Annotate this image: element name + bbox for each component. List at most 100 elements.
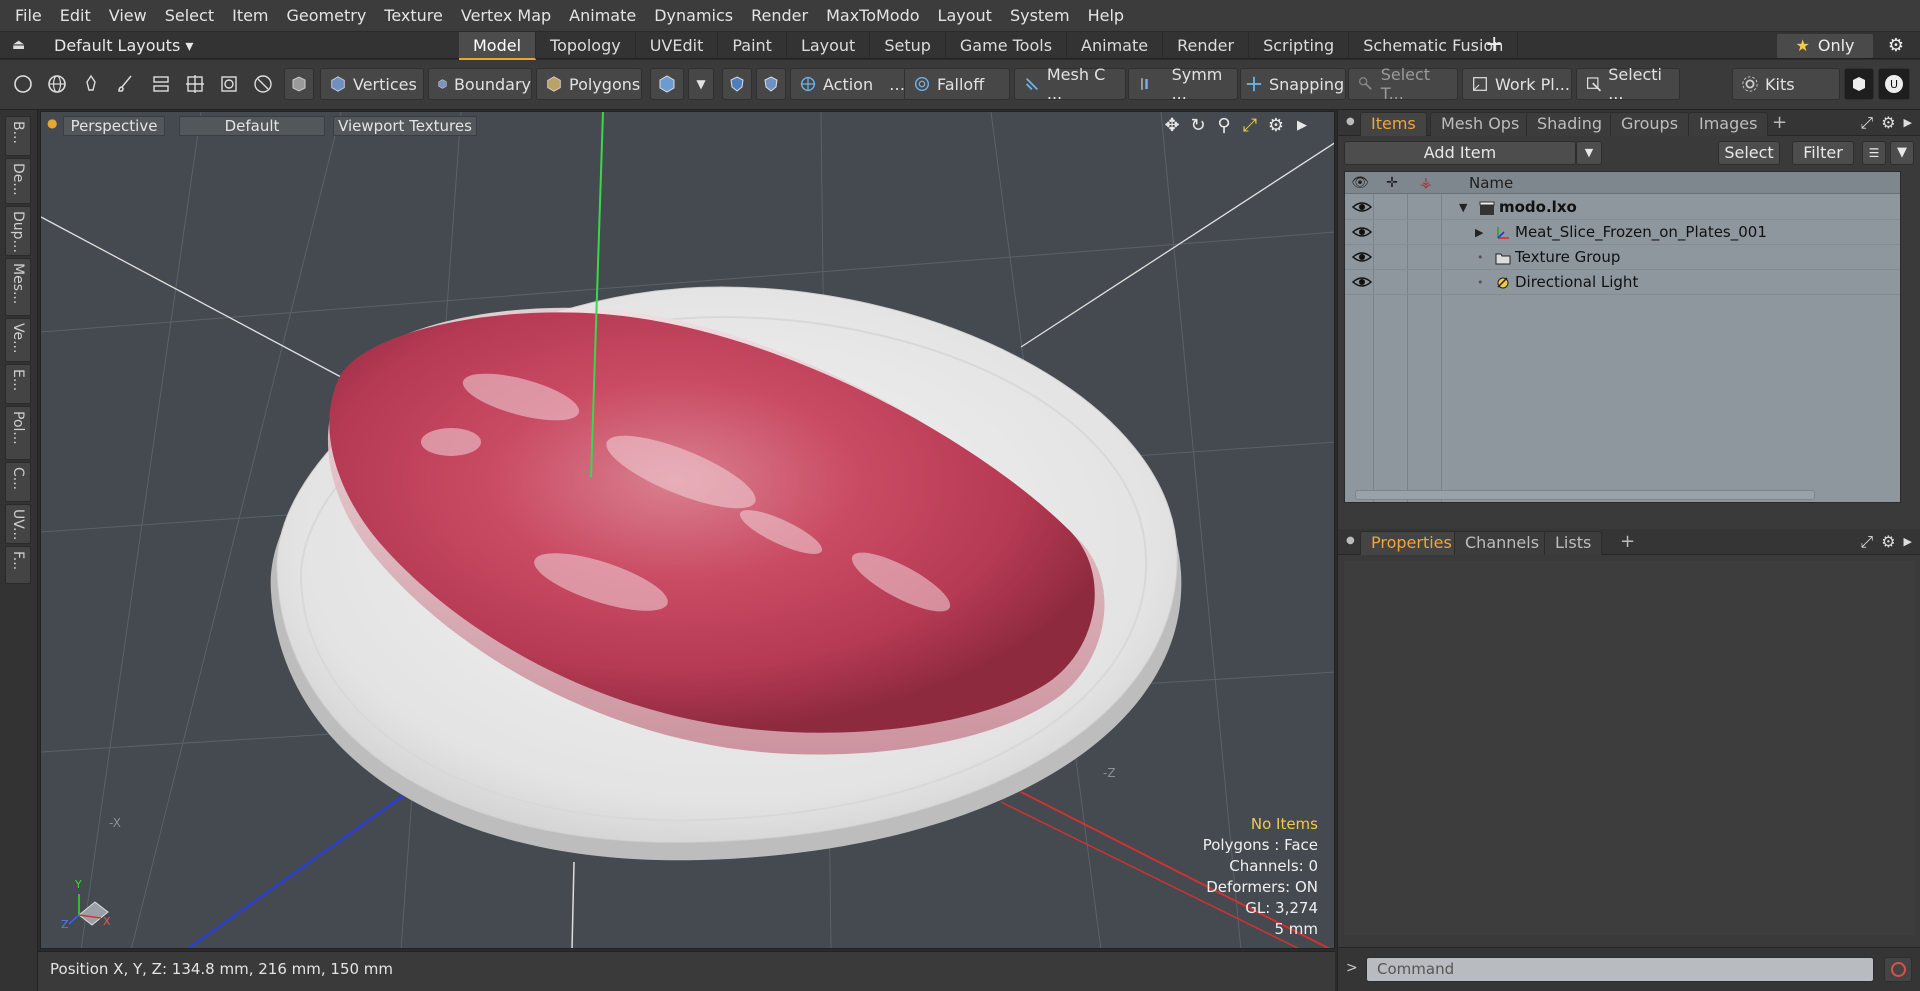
list-options-icon[interactable]: ☰ [1862, 141, 1886, 165]
left-tab-basic[interactable]: B... [5, 116, 31, 156]
expand-arrow-icon[interactable]: ▼ [1459, 195, 1467, 220]
add-item-button[interactable]: Add Item [1344, 141, 1576, 165]
tab-uvedit[interactable]: UVEdit [636, 32, 719, 60]
menu-geometry[interactable]: Geometry [278, 0, 376, 31]
vertices-button[interactable]: Vertices [320, 68, 424, 100]
lasso-icon[interactable] [248, 68, 278, 100]
maximize-view-icon[interactable]: ⤢ [1240, 115, 1260, 137]
tab-mesh-ops[interactable]: Mesh Ops [1430, 112, 1531, 136]
item-mode-icon[interactable] [284, 68, 314, 100]
boundary-button[interactable]: Boundary [428, 68, 532, 100]
viewport-textures-button[interactable]: Viewport Textures [333, 116, 477, 136]
add-props-tab-plus-icon[interactable]: + [1620, 531, 1635, 553]
tab-scripting[interactable]: Scripting [1249, 32, 1350, 60]
item-row-directional-light[interactable]: • Directional Light [1345, 270, 1900, 295]
brush-icon[interactable] [110, 68, 140, 100]
left-tab-edge[interactable]: E... [5, 364, 31, 404]
menu-texture[interactable]: Texture [375, 0, 452, 31]
add-tab-plus-icon[interactable]: + [1772, 112, 1787, 134]
left-tab-mesh-edit[interactable]: Mes... [5, 258, 31, 316]
panel-dot-icon[interactable]: ● [1346, 116, 1355, 127]
layout-gear-icon[interactable]: ⚙ [1884, 34, 1908, 58]
menu-maxtomodo[interactable]: MaxToModo [817, 0, 928, 31]
eye-icon[interactable] [1351, 224, 1373, 240]
tab-groups[interactable]: Groups [1610, 112, 1690, 136]
tab-paint[interactable]: Paint [718, 32, 787, 60]
tab-render[interactable]: Render [1163, 32, 1250, 60]
perspective-button[interactable]: Perspective [63, 116, 165, 136]
polygons-button[interactable]: Polygons [536, 68, 642, 100]
name-column-header[interactable]: Name [1469, 172, 1513, 194]
tab-properties[interactable]: Properties [1360, 531, 1463, 555]
left-tab-vertex[interactable]: Ve... [5, 318, 31, 362]
cube-icon[interactable] [1844, 68, 1874, 100]
tab-topology[interactable]: Topology [536, 32, 636, 60]
add-layout-plus-icon[interactable]: + [1485, 32, 1503, 60]
snapping-button[interactable]: Snapping [1240, 68, 1346, 100]
shield-tool-2-icon[interactable] [756, 68, 786, 100]
item-row-texture-group[interactable]: • Texture Group [1345, 245, 1900, 270]
tab-setup[interactable]: Setup [870, 32, 946, 60]
default-layouts-dropdown[interactable]: Default Layouts ▾ [54, 32, 193, 60]
symmetry-button[interactable]: Symm ... [1128, 65, 1238, 103]
viewport-gear-icon[interactable]: ⚙ [1266, 115, 1286, 137]
funnel-filter-icon[interactable]: ▼ [1890, 141, 1914, 165]
falloff-button[interactable]: Falloff [904, 68, 1010, 100]
lock-header-icon[interactable]: ✛ [1383, 174, 1401, 192]
3d-viewport[interactable]: -X -Z Y X Z ● Perspective Default Viewpo… [40, 111, 1335, 949]
menu-render[interactable]: Render [742, 0, 817, 31]
menu-view[interactable]: View [100, 0, 156, 31]
expand-panel-icon[interactable]: ⤢ [1860, 531, 1873, 553]
tab-images[interactable]: Images [1688, 112, 1769, 136]
selection-sets-button[interactable]: Selecti ... [1576, 65, 1680, 103]
command-input[interactable]: Command [1366, 957, 1874, 982]
frame-icon[interactable] [214, 68, 244, 100]
menu-select[interactable]: Select [156, 0, 223, 31]
pen-icon[interactable] [76, 68, 106, 100]
left-tab-deform[interactable]: De... [5, 158, 31, 204]
tab-game-tools[interactable]: Game Tools [946, 32, 1068, 60]
menu-system[interactable]: System [1001, 0, 1079, 31]
tab-shading[interactable]: Shading [1526, 112, 1613, 136]
material-mode-icon[interactable] [650, 68, 684, 100]
left-tab-fusion[interactable]: F... [5, 546, 31, 584]
eye-icon[interactable] [1351, 199, 1373, 215]
axis-header-icon[interactable]: ⚶ [1417, 174, 1435, 192]
shield-tool-icon[interactable] [722, 68, 752, 100]
eye-icon[interactable] [1351, 249, 1373, 265]
menu-item[interactable]: Item [223, 0, 277, 31]
select-through-button[interactable]: Select T... [1348, 65, 1458, 103]
tab-layout[interactable]: Layout [787, 32, 871, 60]
item-list-scrollbar[interactable] [1355, 490, 1815, 500]
grid-snap-icon[interactable] [180, 68, 210, 100]
select-button[interactable]: Select [1718, 141, 1780, 165]
work-plane-button[interactable]: Work Pl... [1462, 68, 1572, 100]
item-row-scene[interactable]: ▼ modo.lxo [1345, 195, 1900, 220]
rotate-view-icon[interactable]: ↻ [1188, 115, 1208, 137]
tab-model[interactable]: Model [459, 32, 537, 60]
menu-dynamics[interactable]: Dynamics [645, 0, 742, 31]
kits-button[interactable]: Kits [1732, 68, 1840, 100]
add-item-dropdown-chevron-icon[interactable]: ▼ [1576, 141, 1602, 165]
eye-icon[interactable] [1351, 274, 1373, 290]
left-tab-curve[interactable]: C... [5, 462, 31, 502]
collapse-arrow-icon[interactable]: ▶ [1475, 220, 1483, 245]
globe-icon[interactable] [42, 68, 72, 100]
item-row-mesh[interactable]: ▶ Meat_Slice_Frozen_on_Plates_001 [1345, 220, 1900, 245]
left-tab-polygon[interactable]: Pol... [5, 406, 31, 460]
filter-button[interactable]: Filter [1792, 141, 1854, 165]
circle-select-icon[interactable] [8, 68, 38, 100]
tab-lists[interactable]: Lists [1544, 531, 1603, 555]
visibility-header-icon[interactable]: 👁 [1351, 174, 1369, 192]
menu-animate[interactable]: Animate [560, 0, 645, 31]
menu-layout[interactable]: Layout [929, 0, 1001, 31]
panel-menu-arrow-icon[interactable]: ▶ [1904, 112, 1912, 134]
unreal-logo-icon[interactable]: U [1878, 68, 1910, 100]
action-center-button[interactable]: Action… [790, 68, 908, 100]
record-macro-button[interactable] [1884, 957, 1912, 982]
expand-panel-icon[interactable]: ⤢ [1860, 112, 1873, 134]
zoom-view-icon[interactable]: ⚲ [1214, 115, 1234, 137]
menu-edit[interactable]: Edit [51, 0, 100, 31]
layout-home-icon[interactable]: ⏏ [12, 36, 30, 54]
tab-items[interactable]: Items [1360, 112, 1427, 136]
